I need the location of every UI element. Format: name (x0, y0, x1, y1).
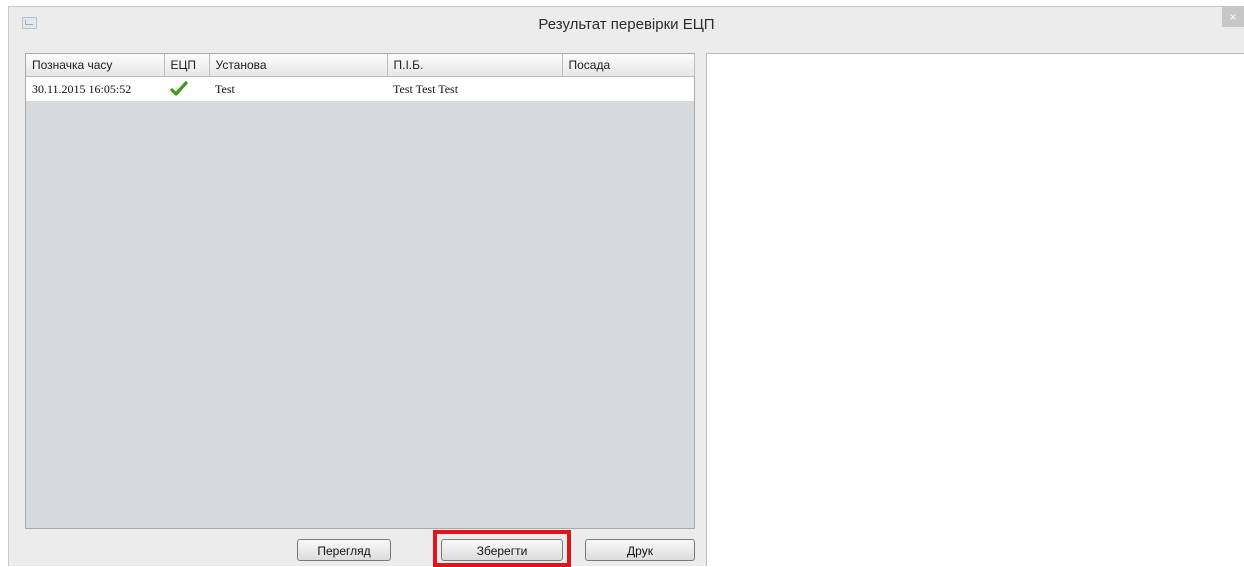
checkmark-icon (170, 81, 188, 96)
results-table: Позначка часу ЕЦП Установа П.І.Б. Посада… (26, 54, 695, 101)
cell-full-name: Test Test Test (387, 76, 562, 101)
preview-panel (706, 53, 1244, 566)
button-bar: Перегляд Зберегти Друк (9, 539, 709, 567)
print-button[interactable]: Друк (585, 539, 695, 561)
save-button-highlight (433, 530, 571, 567)
column-header-position[interactable]: Посада (562, 54, 695, 77)
results-panel: Позначка часу ЕЦП Установа П.І.Б. Посада… (25, 53, 695, 529)
cell-position (562, 76, 694, 101)
cell-institution: Test (209, 76, 387, 101)
table-header-row: Позначка часу ЕЦП Установа П.І.Б. Посада (26, 54, 695, 77)
cell-timestamp: 30.11.2015 16:05:52 (26, 76, 164, 101)
window-title: Результат перевірки ЕЦП (538, 16, 715, 33)
title-bar: Результат перевірки ЕЦП × (9, 7, 1244, 45)
table-row[interactable]: 30.11.2015 16:05:52 Test Test Test Test (26, 76, 694, 101)
column-header-timestamp[interactable]: Позначка часу (26, 54, 165, 77)
signature-check-window: Результат перевірки ЕЦП × Позначка часу … (8, 6, 1244, 567)
column-header-signature[interactable]: ЕЦП (164, 54, 210, 77)
column-header-institution[interactable]: Установа (209, 54, 388, 77)
cell-signature-status (164, 76, 209, 101)
column-header-full-name[interactable]: П.І.Б. (387, 54, 563, 77)
view-button[interactable]: Перегляд (297, 539, 391, 561)
close-button[interactable]: × (1222, 7, 1244, 27)
